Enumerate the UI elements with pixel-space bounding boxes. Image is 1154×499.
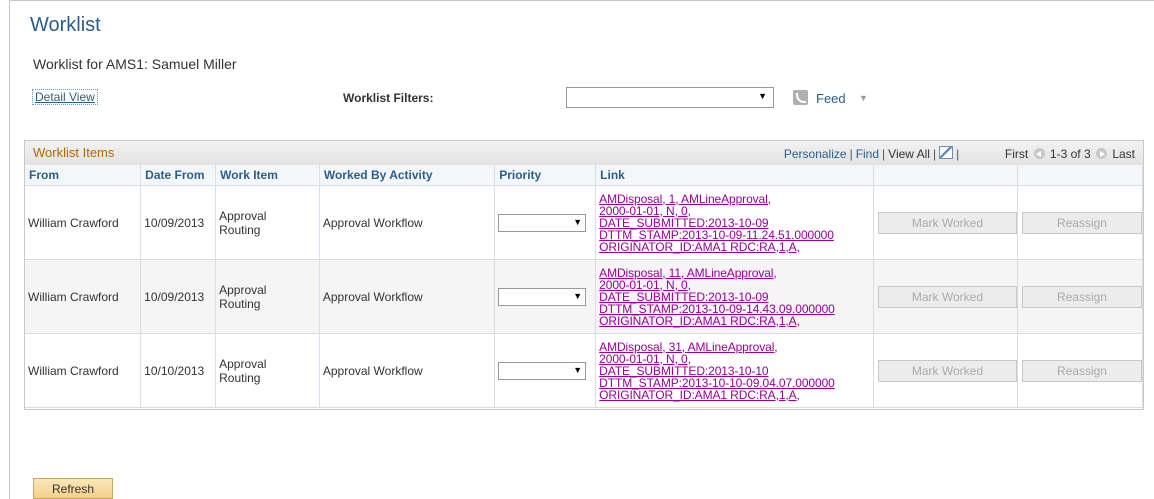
last-link[interactable]: Last <box>1112 147 1135 161</box>
work-item-line: Routing <box>219 370 261 385</box>
link-cell: AMDisposal, 31, AMLineApproval, 2000-01-… <box>595 333 874 408</box>
activity-cell: Approval Workflow <box>319 185 496 260</box>
personalize-link[interactable]: Personalize <box>784 147 847 161</box>
worklist-items-grid: Worklist Items Personalize | Find | View All… <box>24 140 1144 410</box>
next-arrow-icon[interactable] <box>1095 148 1107 159</box>
priority-cell: ▼ <box>494 259 597 334</box>
reassign-button[interactable]: Reassign <box>1021 211 1142 234</box>
work-item-line: Approval <box>219 282 267 297</box>
mark-worked-button[interactable]: Mark Worked <box>877 211 1017 234</box>
worklist-link[interactable]: 2000-01-01, N, 0, <box>599 279 873 291</box>
worklist-link[interactable]: DTTM_STAMP:2013-10-09-11.24.51.000000 <box>599 229 873 241</box>
zoom-icon[interactable] <box>939 146 954 159</box>
reassign-cell: Reassign <box>1017 259 1144 334</box>
first-link[interactable]: First <box>1005 147 1028 161</box>
worklist-link[interactable]: DTTM_STAMP:2013-10-10-09.04.07.000000 <box>599 377 873 389</box>
reassign-cell: Reassign <box>1017 333 1144 408</box>
mark-worked-button[interactable]: Mark Worked <box>877 285 1017 308</box>
worklist-link[interactable]: DTTM_STAMP:2013-10-09-14.43.09.000000 <box>599 303 873 315</box>
column-header-from[interactable]: From <box>25 165 142 186</box>
chevron-down-icon: ▼ <box>573 216 583 227</box>
mark-worked-cell: Mark Worked <box>873 333 1018 408</box>
activity-cell: Approval Workflow <box>319 333 496 408</box>
worklist-link[interactable]: 2000-01-01, N, 0, <box>599 205 873 217</box>
table-row: William Crawford 10/09/2013 Approval Rout… <box>25 259 1144 334</box>
feed-link[interactable]: Feed <box>816 91 846 106</box>
column-header-priority[interactable]: Priority <box>494 165 597 186</box>
work-item-cell: Approval Routing <box>215 185 320 260</box>
priority-select[interactable]: ▼ <box>498 213 587 232</box>
page-title: Worklist <box>30 14 101 36</box>
column-header-worked-by-activity[interactable]: Worked By Activity <box>319 165 496 186</box>
detail-view-link[interactable]: Detail View <box>32 89 98 105</box>
row-range: 1-3 of 3 <box>1049 147 1091 161</box>
mark-worked-cell: Mark Worked <box>873 259 1018 334</box>
separator: | <box>932 147 937 161</box>
column-header-date-from[interactable]: Date From <box>140 165 217 186</box>
worklist-filters-select[interactable]: ▼ <box>566 87 774 108</box>
date-from-cell: 10/09/2013 <box>140 259 217 334</box>
date-from-cell: 10/09/2013 <box>140 185 217 260</box>
table-row: William Crawford 10/09/2013 Approval Rout… <box>25 185 1144 260</box>
chevron-down-icon: ▼ <box>573 364 583 375</box>
separator: | <box>849 147 853 161</box>
previous-arrow-icon[interactable] <box>1033 148 1045 159</box>
mark-worked-cell: Mark Worked <box>873 185 1018 260</box>
reassign-button[interactable]: Reassign <box>1021 359 1142 382</box>
worklist-table: From Date From Work Item Worked By Activ… <box>25 165 1144 408</box>
mark-worked-button[interactable]: Mark Worked <box>877 359 1017 382</box>
grid-navigation: Personalize | Find | View All | | First 1-3 of… <box>784 146 1135 297</box>
work-item-line: Approval <box>219 356 267 371</box>
worklist-link[interactable]: ORIGINATOR_ID:AMA1 RDC:RA,1,A, <box>599 389 873 401</box>
column-header-blank <box>1017 165 1144 186</box>
worklist-link[interactable]: DATE_SUBMITTED:2013-10-10 <box>599 365 873 377</box>
work-item-cell: Approval Routing <box>215 333 320 408</box>
worklist-link[interactable]: DATE_SUBMITTED:2013-10-09 <box>599 291 873 303</box>
chevron-down-icon: ▼ <box>573 290 583 301</box>
work-item-line: Routing <box>219 222 261 237</box>
grid-title: Worklist Items <box>33 145 115 160</box>
reassign-cell: Reassign <box>1017 185 1144 260</box>
rss-feed-icon[interactable] <box>793 90 808 105</box>
work-item-cell: Approval Routing <box>215 259 320 334</box>
refresh-button[interactable]: Refresh <box>33 478 113 499</box>
grid-header: Worklist Items Personalize | Find | View All… <box>25 141 1143 297</box>
worklist-link[interactable]: AMDisposal, 31, AMLineApproval, <box>599 341 873 353</box>
worklist-link[interactable]: AMDisposal, 11, AMLineApproval, <box>599 267 873 279</box>
table-header-row: From Date From Work Item Worked By Activ… <box>25 165 1144 186</box>
link-cell: AMDisposal, 1, AMLineApproval, 2000-01-0… <box>595 185 874 260</box>
activity-cell: Approval Workflow <box>319 259 496 334</box>
find-link[interactable]: Find <box>856 147 879 161</box>
priority-select[interactable]: ▼ <box>498 287 587 306</box>
priority-select[interactable]: ▼ <box>498 361 587 380</box>
page-subtitle: Worklist for AMS1: Samuel Miller <box>33 56 237 72</box>
from-cell: William Crawford <box>25 333 142 408</box>
separator: | <box>882 147 886 161</box>
table-row: William Crawford 10/10/2013 Approval Rout… <box>25 333 1144 408</box>
priority-cell: ▼ <box>494 333 597 408</box>
from-cell: William Crawford <box>25 185 142 260</box>
column-header-link[interactable]: Link <box>595 165 874 186</box>
column-header-blank <box>873 165 1018 186</box>
worklist-link[interactable]: AMDisposal, 1, AMLineApproval, <box>599 193 873 205</box>
chevron-down-icon: ▼ <box>758 91 767 101</box>
reassign-button[interactable]: Reassign <box>1021 285 1142 308</box>
column-header-work-item[interactable]: Work Item <box>215 165 320 186</box>
work-item-line: Routing <box>219 296 261 311</box>
link-cell: AMDisposal, 11, AMLineApproval, 2000-01-… <box>595 259 874 334</box>
worklist-link[interactable]: DATE_SUBMITTED:2013-10-09 <box>599 217 873 229</box>
priority-cell: ▼ <box>494 185 597 260</box>
feed-dropdown-icon[interactable]: ▼ <box>859 93 868 103</box>
work-item-line: Approval <box>219 208 267 223</box>
worklist-filters-label: Worklist Filters: <box>343 91 434 105</box>
from-cell: William Crawford <box>25 259 142 334</box>
worklist-link[interactable]: 2000-01-01, N, 0, <box>599 353 873 365</box>
separator: | <box>956 147 960 161</box>
date-from-cell: 10/10/2013 <box>140 333 217 408</box>
worklist-link[interactable]: ORIGINATOR_ID:AMA1 RDC:RA,1,A, <box>599 315 873 327</box>
worklist-link[interactable]: ORIGINATOR_ID:AMA1 RDC:RA,1,A, <box>599 241 873 253</box>
view-all-link[interactable]: View All <box>888 147 930 161</box>
